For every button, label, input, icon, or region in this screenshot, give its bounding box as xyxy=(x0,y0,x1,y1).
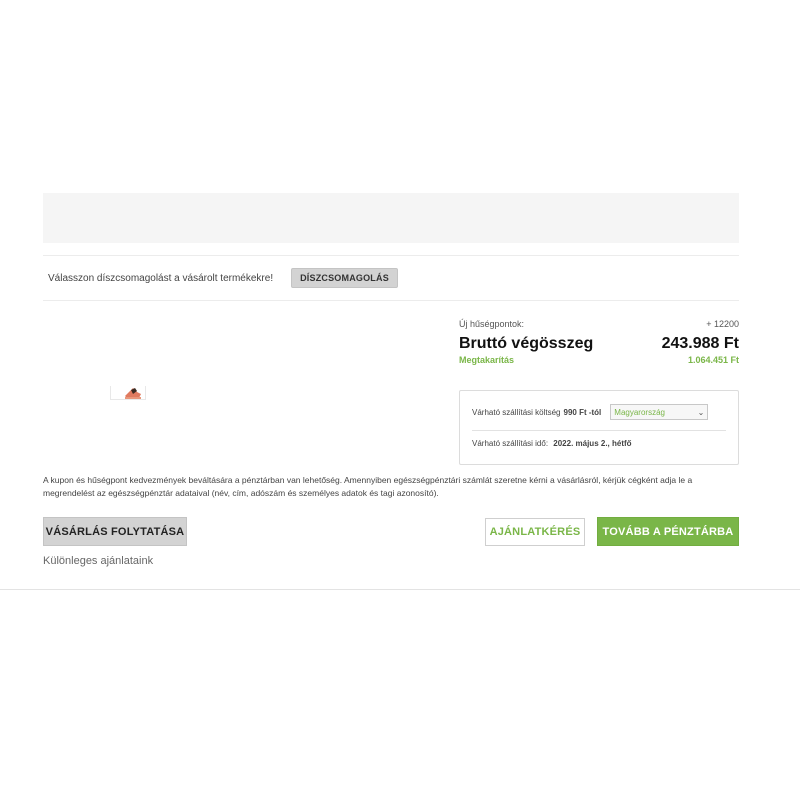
continue-shopping-button[interactable]: VÁSÁRLÁS FOLYTATÁSA xyxy=(43,517,187,546)
checkout-button[interactable]: TOVÁBB A PÉNZTÁRBA xyxy=(597,517,739,546)
product-thumbnail[interactable] xyxy=(110,386,146,400)
gift-wrap-row: Válasszon díszcsomagolást a vásárolt ter… xyxy=(43,266,739,290)
total-value: 243.988 Ft xyxy=(661,335,739,352)
shipping-time-label: Várható szállítási idő: xyxy=(472,439,549,448)
loyalty-points-row: Új hűségpontok: + 12200 xyxy=(459,319,739,329)
gift-wrap-button[interactable]: DÍSZCSOMAGOLÁS xyxy=(291,268,398,288)
coupon-notice: A kupon és hűségpont kedvezmények bevált… xyxy=(43,475,693,498)
divider xyxy=(43,255,739,256)
loyalty-points-value: + 12200 xyxy=(706,319,739,329)
section-divider xyxy=(0,589,800,590)
chevron-down-icon: ⌄ xyxy=(697,407,705,417)
savings-value: 1.064.451 Ft xyxy=(687,355,739,365)
loyalty-points-label: Új hűségpontok: xyxy=(459,319,525,329)
special-offers-heading: Különleges ajánlataink xyxy=(43,555,154,567)
divider xyxy=(43,300,739,301)
total-label: Bruttó végösszeg xyxy=(459,335,594,352)
gift-wrap-prompt: Válasszon díszcsomagolást a vásárolt ter… xyxy=(48,272,274,284)
shipping-time-line: Várható szállítási idő: 2022. május 2., … xyxy=(472,439,632,448)
request-quote-button[interactable]: AJÁNLATKÉRÉS xyxy=(485,518,585,546)
savings-label: Megtakarítás xyxy=(459,355,515,365)
shipping-cost-value: 990 Ft -tól xyxy=(563,407,602,417)
shipping-divider xyxy=(472,430,726,431)
cart-items-panel xyxy=(43,193,770,412)
product-thumbnail-image xyxy=(125,388,141,399)
shipping-info-box: Várható szállítási költség 990 Ft -tól M… xyxy=(459,390,739,465)
shipping-time-value: 2022. május 2., hétfő xyxy=(553,439,632,448)
total-row: Bruttó végösszeg 243.988 Ft xyxy=(459,335,739,353)
savings-row: Megtakarítás 1.064.451 Ft xyxy=(459,355,739,365)
order-summary: Új hűségpontok: + 12200 Bruttó végösszeg… xyxy=(459,319,739,365)
shipping-cost-label: Várható szállítási költség xyxy=(472,407,561,417)
country-select-value: Magyarország xyxy=(614,407,665,417)
country-select[interactable]: Magyarország ⌄ xyxy=(610,404,709,420)
shipping-cost-line: Várható szállítási költség 990 Ft -tól M… xyxy=(472,403,726,421)
